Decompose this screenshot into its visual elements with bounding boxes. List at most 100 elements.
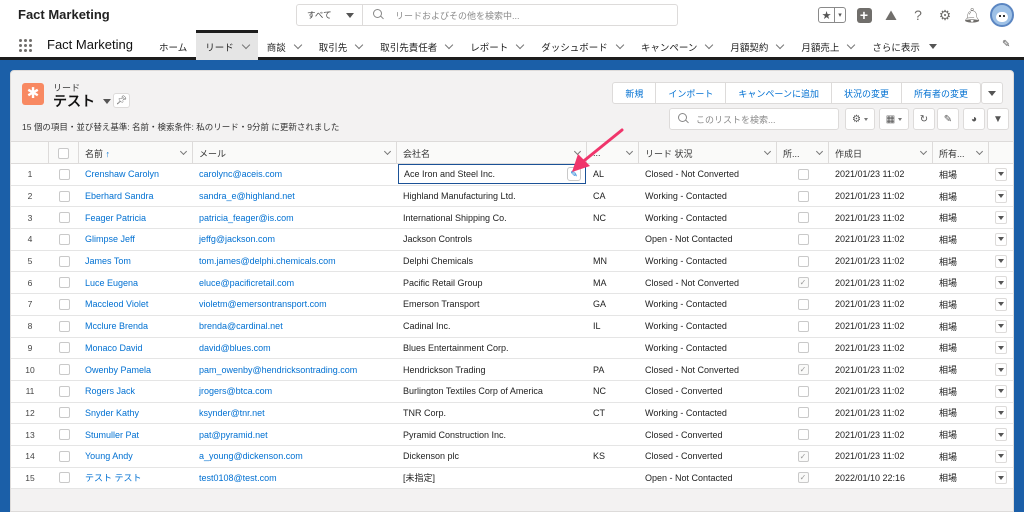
- display-as-button[interactable]: ▦: [879, 108, 909, 130]
- table-row[interactable]: 15 テスト テスト test0108@test.com [未指定] Open - No…: [11, 467, 1013, 490]
- company-cell[interactable]: Emerson Transport: [397, 294, 587, 315]
- email-link[interactable]: test0108@test.com: [199, 473, 277, 483]
- row-checkbox[interactable]: [58, 233, 70, 245]
- table-row[interactable]: 12 Snyder Kathy ksynder@tnr.net TNR Corp. CT…: [11, 402, 1013, 425]
- pin-list-view-button[interactable]: 📌︎: [113, 93, 130, 108]
- column-header-company[interactable]: 会社名: [397, 142, 587, 164]
- column-header-email[interactable]: メール: [193, 142, 397, 164]
- trailhead-icon[interactable]: ⛰: [882, 6, 900, 24]
- edit-nav-pencil-icon[interactable]: ✎: [1002, 39, 1012, 50]
- lead-name-link[interactable]: Young Andy: [85, 451, 133, 461]
- search-scope-dropdown[interactable]: すべて: [297, 5, 363, 25]
- email-link[interactable]: jrogers@btca.com: [199, 386, 272, 396]
- chevron-down-icon[interactable]: [919, 147, 928, 156]
- list-search[interactable]: このリストを検索...: [669, 108, 839, 130]
- company-cell[interactable]: Jackson Controls: [397, 229, 587, 250]
- change-status-button[interactable]: 状況の変更: [832, 83, 902, 103]
- column-header-created-date[interactable]: 作成日: [829, 142, 933, 164]
- lead-name-link[interactable]: Crenshaw Carolyn: [85, 169, 159, 179]
- lead-name-link[interactable]: Feager Patricia: [85, 213, 146, 223]
- chevron-down-icon[interactable]: [241, 40, 250, 49]
- row-action-menu-button[interactable]: [995, 297, 1007, 311]
- row-action-menu-button[interactable]: [995, 276, 1007, 290]
- nav-tab[interactable]: キャンペーン: [632, 30, 722, 60]
- lead-name-link[interactable]: Glimpse Jeff: [85, 234, 135, 244]
- row-checkbox[interactable]: [58, 472, 70, 484]
- row-checkbox[interactable]: [58, 342, 70, 354]
- nav-tab[interactable]: ホーム: [150, 30, 196, 60]
- nav-tab[interactable]: 取引先: [310, 30, 372, 60]
- row-checkbox[interactable]: [58, 407, 70, 419]
- more-actions-button[interactable]: [981, 82, 1003, 104]
- company-cell[interactable]: TNR Corp.: [397, 403, 587, 424]
- row-checkbox[interactable]: [58, 364, 70, 376]
- column-header-owner[interactable]: 所有...: [933, 142, 989, 164]
- row-action-menu-button[interactable]: [995, 319, 1007, 333]
- company-cell[interactable]: Delphi Chemicals: [397, 251, 587, 272]
- row-checkbox[interactable]: [58, 255, 70, 267]
- lead-name-link[interactable]: Luce Eugena: [85, 278, 138, 288]
- row-action-menu-button[interactable]: [995, 211, 1007, 225]
- column-header-state[interactable]: ...: [587, 142, 639, 164]
- row-action-menu-button[interactable]: [995, 428, 1007, 442]
- row-checkbox[interactable]: [58, 298, 70, 310]
- nav-more[interactable]: さらに表示: [863, 30, 946, 60]
- favorites-star-icon[interactable]: ★: [819, 8, 834, 22]
- import-button[interactable]: インポート: [656, 83, 727, 103]
- lead-name-link[interactable]: James Tom: [85, 256, 131, 266]
- lead-name-link[interactable]: Snyder Kathy: [85, 408, 139, 418]
- lead-name-link[interactable]: Monaco David: [85, 343, 143, 353]
- table-row[interactable]: 11 Rogers Jack jrogers@btca.com Burlington …: [11, 380, 1013, 403]
- email-link[interactable]: jeffg@jackson.com: [199, 234, 275, 244]
- app-launcher-icon[interactable]: [19, 39, 32, 52]
- email-link[interactable]: patricia_feager@is.com: [199, 213, 294, 223]
- chevron-down-icon[interactable]: [815, 147, 824, 156]
- company-cell[interactable]: Pyramid Construction Inc.: [397, 424, 587, 445]
- row-checkbox[interactable]: [58, 450, 70, 462]
- row-action-menu-button[interactable]: [995, 189, 1007, 203]
- row-action-menu-button[interactable]: [995, 232, 1007, 246]
- row-checkbox[interactable]: [58, 190, 70, 202]
- add-to-campaign-button[interactable]: キャンペーンに追加: [726, 83, 832, 103]
- email-link[interactable]: brenda@cardinal.net: [199, 321, 283, 331]
- lead-name-link[interactable]: テスト テスト: [85, 471, 142, 484]
- setup-gear-icon[interactable]: ⚙: [936, 6, 954, 24]
- row-checkbox[interactable]: [58, 212, 70, 224]
- select-all-checkbox[interactable]: [58, 147, 69, 159]
- nav-tab[interactable]: 取引先責任者: [371, 30, 461, 60]
- lead-name-link[interactable]: Mcclure Brenda: [85, 321, 148, 331]
- email-link[interactable]: violetm@emersontransport.com: [199, 299, 327, 309]
- row-action-menu-button[interactable]: [995, 406, 1007, 420]
- table-row[interactable]: 10 Owenby Pamela pam_owenby@hendricksontra…: [11, 359, 1013, 381]
- company-cell[interactable]: Highland Manufacturing Ltd.: [397, 186, 587, 207]
- lead-name-link[interactable]: Stumuller Pat: [85, 430, 139, 440]
- nav-tab[interactable]: 商談: [258, 30, 310, 60]
- lead-name-link[interactable]: Eberhard Sandra: [85, 191, 154, 201]
- lead-name-link[interactable]: Maccleod Violet: [85, 299, 148, 309]
- row-checkbox[interactable]: [58, 277, 70, 289]
- refresh-button[interactable]: ↻: [913, 108, 935, 130]
- list-view-controls-button[interactable]: ⚙: [845, 108, 875, 130]
- company-cell[interactable]: Pacific Retail Group: [397, 272, 587, 293]
- nav-tab[interactable]: リード: [196, 30, 258, 60]
- lead-name-link[interactable]: Rogers Jack: [85, 386, 135, 396]
- row-checkbox[interactable]: [58, 385, 70, 397]
- chevron-down-icon[interactable]: [763, 147, 772, 156]
- nav-tab[interactable]: ダッシュボード: [532, 30, 632, 60]
- row-checkbox[interactable]: [58, 429, 70, 441]
- company-cell[interactable]: Dickenson plc: [397, 446, 587, 467]
- table-row[interactable]: 7 Maccleod Violet violetm@emersontransport…: [11, 294, 1013, 316]
- row-action-menu-button[interactable]: [995, 341, 1007, 355]
- chevron-down-icon[interactable]: [516, 40, 525, 49]
- chevron-down-icon[interactable]: [355, 40, 364, 49]
- company-cell[interactable]: Ace Iron and Steel Inc. ✎: [397, 164, 587, 185]
- row-action-menu-button[interactable]: [995, 167, 1007, 181]
- favorites-button[interactable]: ★ ▾: [818, 7, 846, 23]
- chevron-down-icon[interactable]: [615, 40, 625, 49]
- table-row[interactable]: 2 Eberhard Sandra sandra_e@highland.net Hig…: [11, 185, 1013, 208]
- email-link[interactable]: carolync@aceis.com: [199, 169, 282, 179]
- row-checkbox[interactable]: [58, 168, 70, 180]
- global-actions-button[interactable]: +: [855, 6, 873, 24]
- chevron-down-icon[interactable]: [847, 40, 856, 49]
- list-view-selector[interactable]: テスト: [53, 91, 111, 111]
